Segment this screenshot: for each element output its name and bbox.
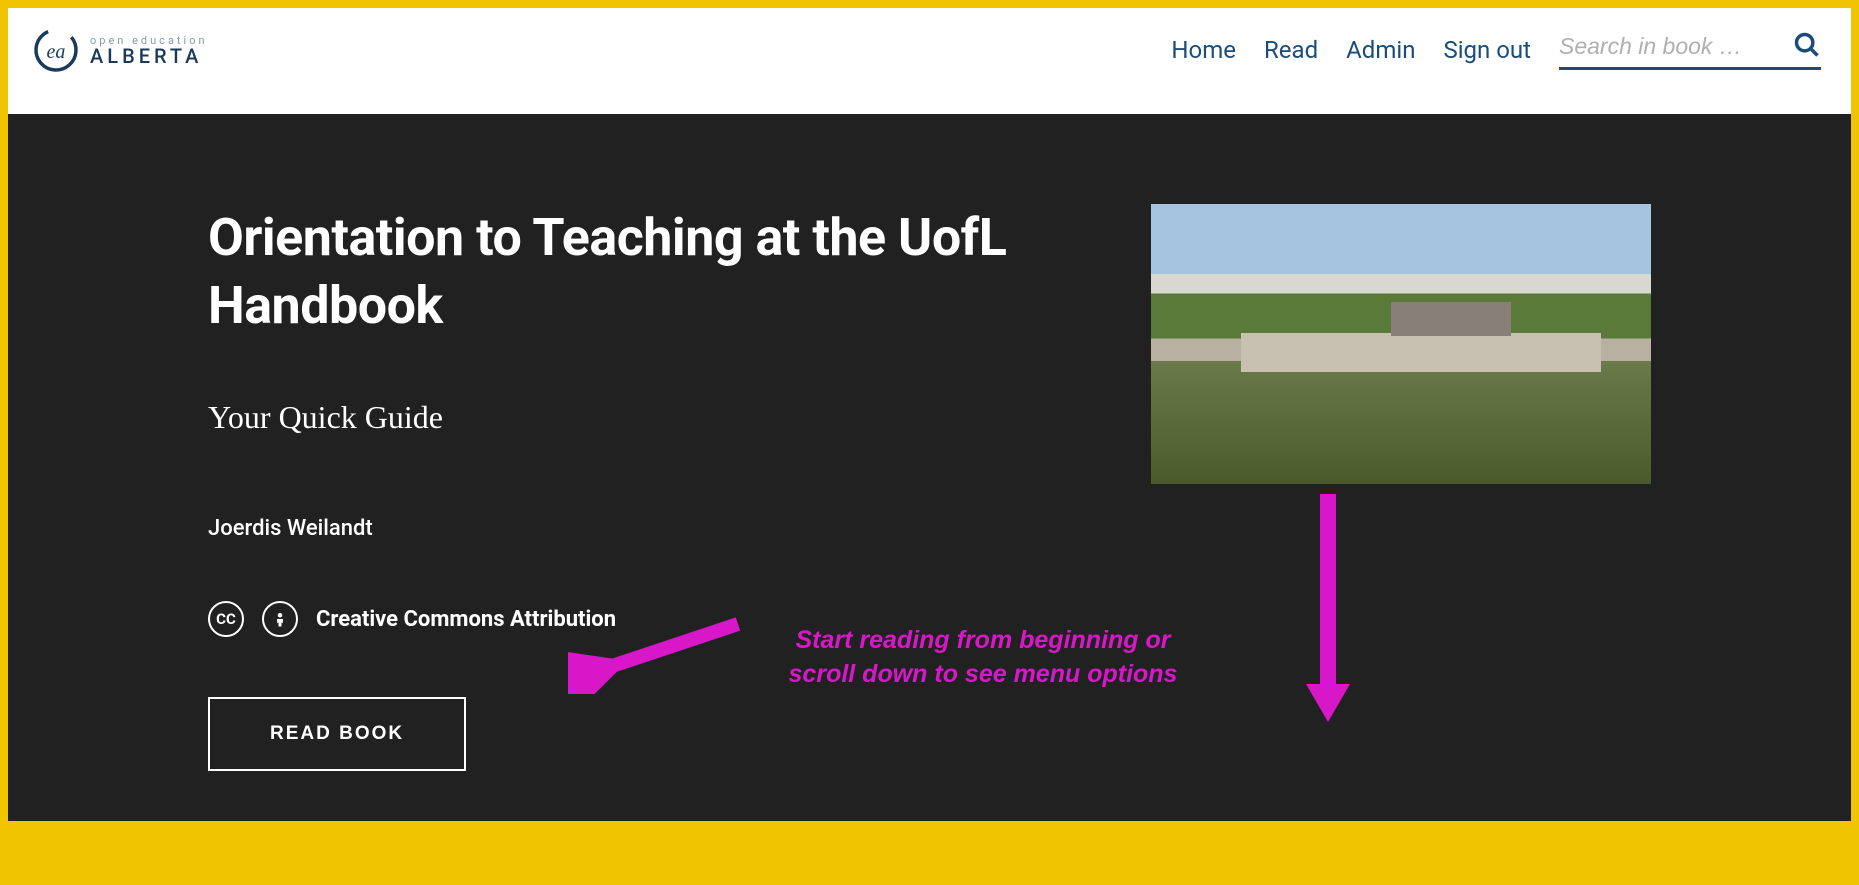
annotation-arrow-left-icon [568,614,748,698]
annotation-arrow-down-icon [1298,484,1358,728]
svg-text:ea: ea [47,41,66,63]
logo-title: ALBERTA [90,46,208,66]
search-container [1559,31,1821,70]
cc-icon: CC [208,601,244,637]
hero-section: Orientation to Teaching at the UofL Hand… [8,114,1851,821]
book-cover-image [1151,204,1651,484]
nav-home[interactable]: Home [1171,36,1236,64]
nav-signout[interactable]: Sign out [1443,36,1531,64]
site-logo[interactable]: ea open education ALBERTA [32,26,208,74]
search-icon[interactable] [1793,31,1821,63]
nav-admin[interactable]: Admin [1346,36,1415,64]
top-nav: Home Read Admin Sign out [1171,31,1821,70]
book-title: Orientation to Teaching at the UofL Hand… [208,204,1091,339]
book-author: Joerdis Weilandt [208,516,1091,541]
search-input[interactable] [1559,33,1779,60]
book-subtitle: Your Quick Guide [208,399,1091,436]
attribution-icon [262,601,298,637]
logo-text: open education ALBERTA [90,35,208,66]
read-book-button[interactable]: READ BOOK [208,697,466,771]
logo-icon: ea [32,26,80,74]
annotation-hint-text: Start reading from beginning or scroll d… [773,624,1193,692]
header: ea open education ALBERTA Home Read Admi… [8,8,1851,114]
nav-read[interactable]: Read [1264,36,1318,64]
